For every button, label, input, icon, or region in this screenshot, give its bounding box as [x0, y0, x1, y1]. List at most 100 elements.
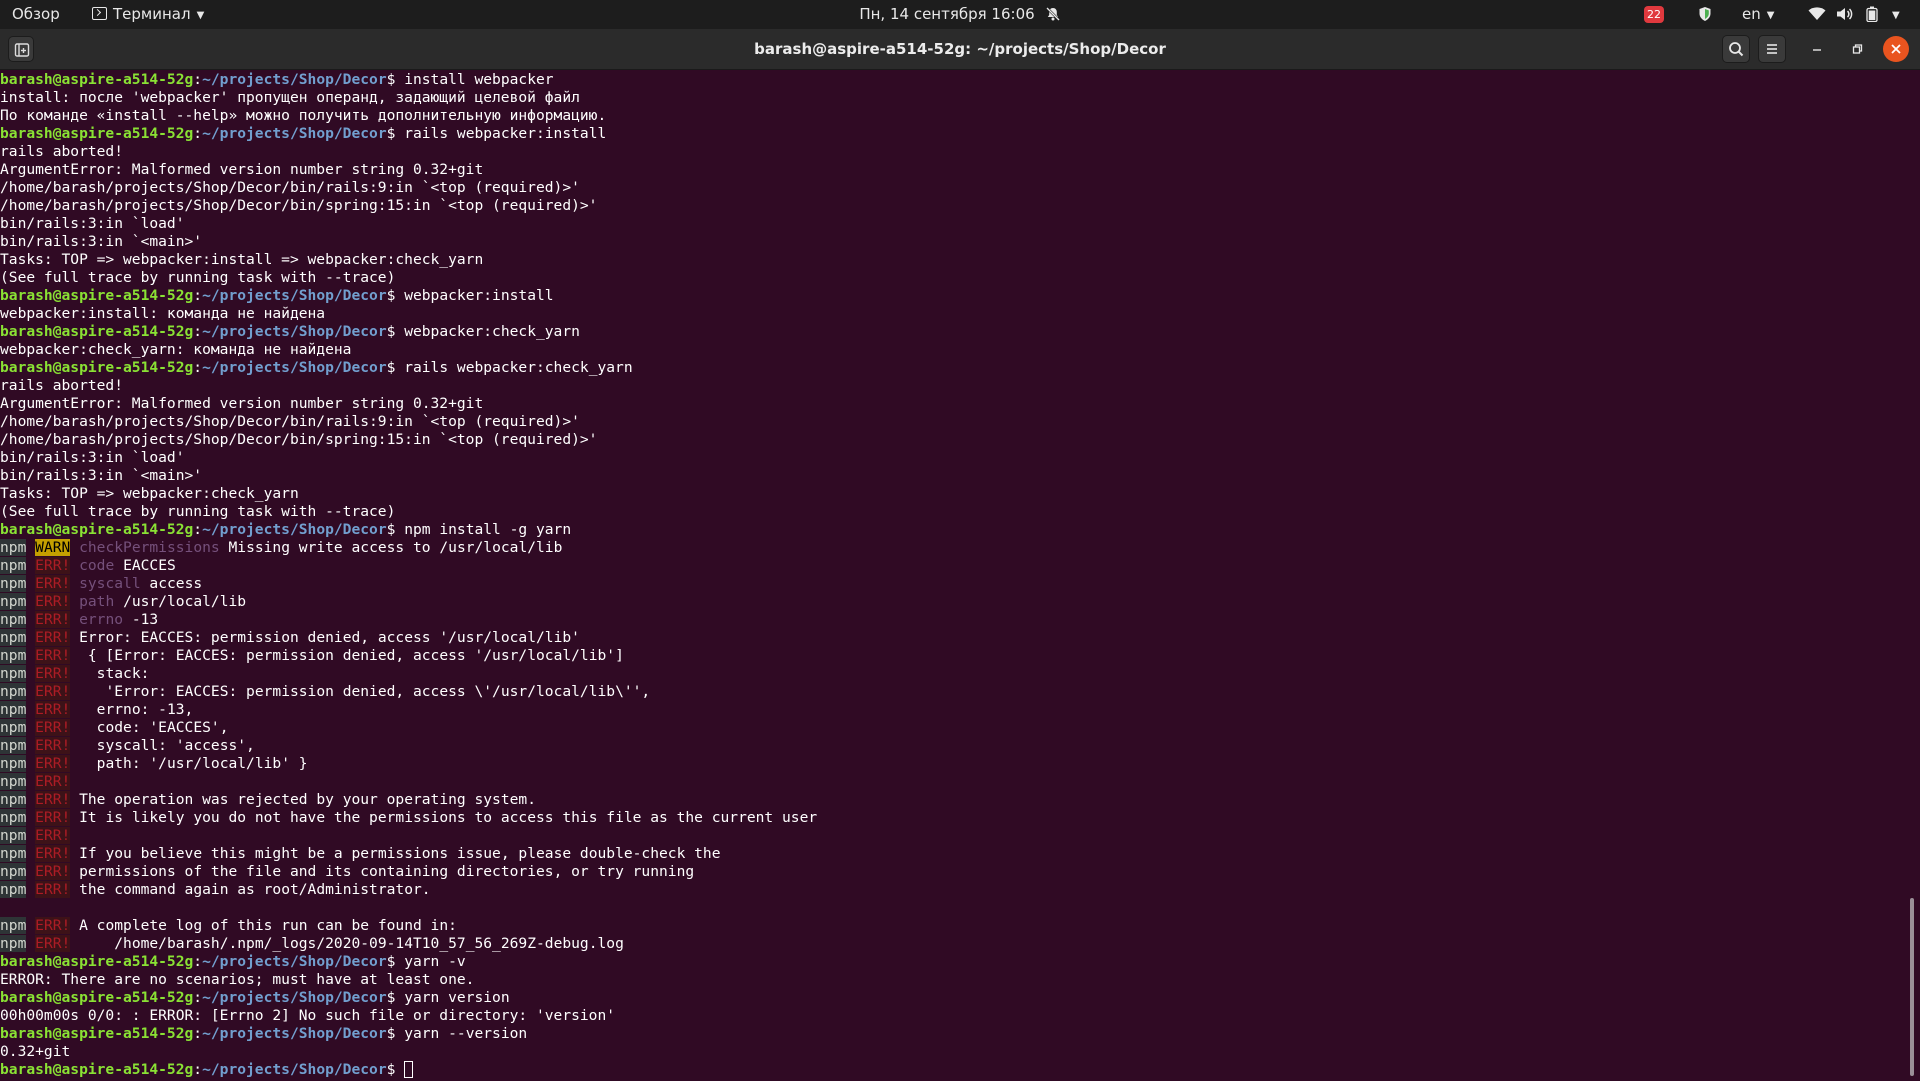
- npm-message: stack:: [79, 665, 150, 682]
- terminal-line: barash@aspire-a514-52g:~/projects/Shop/D…: [0, 323, 580, 340]
- battery-icon[interactable]: [1866, 0, 1878, 29]
- npm-err-tag: ERR!: [35, 863, 71, 880]
- scrollbar-thumb[interactable]: [1910, 898, 1914, 1076]
- clock-button[interactable]: Пн, 14 сентября 16:06: [0, 0, 1920, 29]
- npm-key: code: [79, 557, 115, 574]
- command-text: webpacker:check_yarn: [404, 323, 580, 340]
- npm-prefix: npm: [0, 881, 27, 898]
- terminal-line: Tasks: TOP => webpacker:install => webpa…: [0, 251, 1900, 269]
- npm-prefix: npm: [0, 773, 27, 790]
- search-button[interactable]: [1722, 35, 1750, 63]
- terminal-line: npm ERR! If you believe this might be a …: [0, 845, 1900, 863]
- terminal-line: npm ERR! permissions of the file and its…: [0, 863, 1900, 881]
- terminal-line: ArgumentError: Malformed version number …: [0, 161, 1900, 179]
- npm-message: It is likely you do not have the permiss…: [79, 809, 818, 826]
- output-text: bin/rails:3:in `<main>': [0, 233, 203, 250]
- prompt-path: ~/projects/Shop/Decor: [202, 359, 387, 376]
- restore-icon: [1852, 44, 1863, 54]
- npm-err-tag: ERR!: [35, 611, 71, 628]
- terminal-line: npm ERR! code: 'EACCES',: [0, 719, 1900, 737]
- npm-key: checkPermissions: [79, 539, 220, 556]
- system-menu-chevron-icon[interactable]: ▼: [1892, 0, 1900, 29]
- terminal-line: barash@aspire-a514-52g:~/projects/Shop/D…: [0, 989, 510, 1006]
- terminal-line: barash@aspire-a514-52g:~/projects/Shop/D…: [0, 1025, 528, 1042]
- npm-err-tag: ERR!: [35, 593, 71, 610]
- command-text: yarn --version: [404, 1025, 528, 1042]
- npm-err-tag: ERR!: [35, 791, 71, 808]
- npm-message: EACCES: [123, 557, 176, 574]
- npm-prefix: npm: [0, 611, 27, 628]
- prompt-user: barash@aspire-a514-52g: [0, 1025, 194, 1042]
- npm-err-tag: ERR!: [35, 557, 71, 574]
- output-text: 00h00m00s 0/0: : ERROR: [Errno 2] No suc…: [0, 1007, 616, 1024]
- output-text: webpacker:install: команда не найдена: [0, 305, 326, 322]
- npm-prefix: npm: [0, 629, 27, 646]
- prompt-user: barash@aspire-a514-52g: [0, 287, 194, 304]
- terminal-line: bin/rails:3:in `<main>': [0, 467, 1900, 485]
- npm-message: 'Error: EACCES: permission denied, acces…: [79, 683, 651, 700]
- output-text: По команде «install --help» можно получи…: [0, 107, 607, 124]
- npm-prefix: npm: [0, 575, 27, 592]
- terminal-line: bin/rails:3:in `load': [0, 215, 1900, 233]
- terminal-line: bin/rails:3:in `<main>': [0, 233, 1900, 251]
- npm-prefix: npm: [0, 827, 27, 844]
- output-text: ArgumentError: Malformed version number …: [0, 395, 484, 412]
- npm-key: path: [79, 593, 115, 610]
- terminal-line: barash@aspire-a514-52g:~/projects/Shop/D…: [0, 287, 554, 304]
- prompt-path: ~/projects/Shop/Decor: [202, 989, 387, 1006]
- terminal-line: webpacker:check_yarn: команда не найдена: [0, 341, 1900, 359]
- prompt-path: ~/projects/Shop/Decor: [202, 1061, 387, 1078]
- minimize-button[interactable]: [1803, 35, 1831, 63]
- terminal-line: barash@aspire-a514-52g:~/projects/Shop/D…: [0, 125, 607, 142]
- npm-message: /home/barash/.npm/_logs/2020-09-14T10_57…: [79, 935, 624, 952]
- keyboard-layout-label: en: [1742, 5, 1761, 23]
- output-text: ERROR: There are no scenarios; must have…: [0, 971, 475, 988]
- volume-icon[interactable]: [1836, 0, 1854, 29]
- command-text: rails webpacker:check_yarn: [404, 359, 633, 376]
- restore-button[interactable]: [1843, 35, 1871, 63]
- terminal-line: rails aborted!: [0, 143, 1900, 161]
- hamburger-menu-button[interactable]: [1758, 35, 1786, 63]
- command-text: rails webpacker:install: [404, 125, 607, 142]
- command-text: install webpacker: [404, 71, 554, 88]
- npm-prefix: npm: [0, 701, 27, 718]
- npm-err-tag: ERR!: [35, 683, 71, 700]
- npm-prefix: npm: [0, 845, 27, 862]
- terminal-line: ArgumentError: Malformed version number …: [0, 395, 1900, 413]
- prompt-path: ~/projects/Shop/Decor: [202, 953, 387, 970]
- output-text: /home/barash/projects/Shop/Decor/bin/spr…: [0, 197, 598, 214]
- output-text: /home/barash/projects/Shop/Decor/bin/spr…: [0, 431, 598, 448]
- terminal-line: barash@aspire-a514-52g:~/projects/Shop/D…: [0, 359, 633, 376]
- command-text: webpacker:install: [404, 287, 554, 304]
- npm-prefix: npm: [0, 647, 27, 664]
- shield-icon[interactable]: [1698, 0, 1712, 29]
- npm-message: path: '/usr/local/lib' }: [79, 755, 308, 772]
- npm-key: errno: [79, 611, 124, 628]
- npm-message: If you believe this might be a permissio…: [79, 845, 721, 862]
- close-button[interactable]: [1883, 36, 1909, 62]
- wifi-icon[interactable]: [1808, 0, 1826, 29]
- npm-prefix: npm: [0, 737, 27, 754]
- terminal-line: npm ERR! { [Error: EACCES: permission de…: [0, 647, 1900, 665]
- output-text: /home/barash/projects/Shop/Decor/bin/rai…: [0, 413, 580, 430]
- prompt-user: barash@aspire-a514-52g: [0, 323, 194, 340]
- output-text: bin/rails:3:in `load': [0, 449, 185, 466]
- command-text: yarn version: [404, 989, 510, 1006]
- terminal-line: npm ERR! Error: EACCES: permission denie…: [0, 629, 1900, 647]
- notification-count-badge[interactable]: 22: [1644, 6, 1664, 23]
- prompt-path: ~/projects/Shop/Decor: [202, 71, 387, 88]
- npm-prefix: npm: [0, 917, 27, 934]
- npm-err-tag: ERR!: [35, 665, 71, 682]
- terminal-line: (See full trace by running task with --t…: [0, 269, 1900, 287]
- terminal-line: Tasks: TOP => webpacker:check_yarn: [0, 485, 1900, 503]
- keyboard-layout-button[interactable]: en ▼: [1742, 0, 1774, 29]
- npm-message: errno: -13,: [79, 701, 194, 718]
- top-panel: Обзор Терминал ▼ Пн, 14 сентября 16:06 22…: [0, 0, 1920, 29]
- terminal-line: npm ERR! /home/barash/.npm/_logs/2020-09…: [0, 935, 1900, 953]
- prompt-user: barash@aspire-a514-52g: [0, 521, 194, 538]
- terminal-line: npm WARN checkPermissions Missing write …: [0, 539, 1900, 557]
- terminal-output[interactable]: barash@aspire-a514-52g:~/projects/Shop/D…: [0, 70, 1900, 1081]
- npm-message: syscall: 'access',: [79, 737, 255, 754]
- terminal-line: npm ERR! syscall access: [0, 575, 1900, 593]
